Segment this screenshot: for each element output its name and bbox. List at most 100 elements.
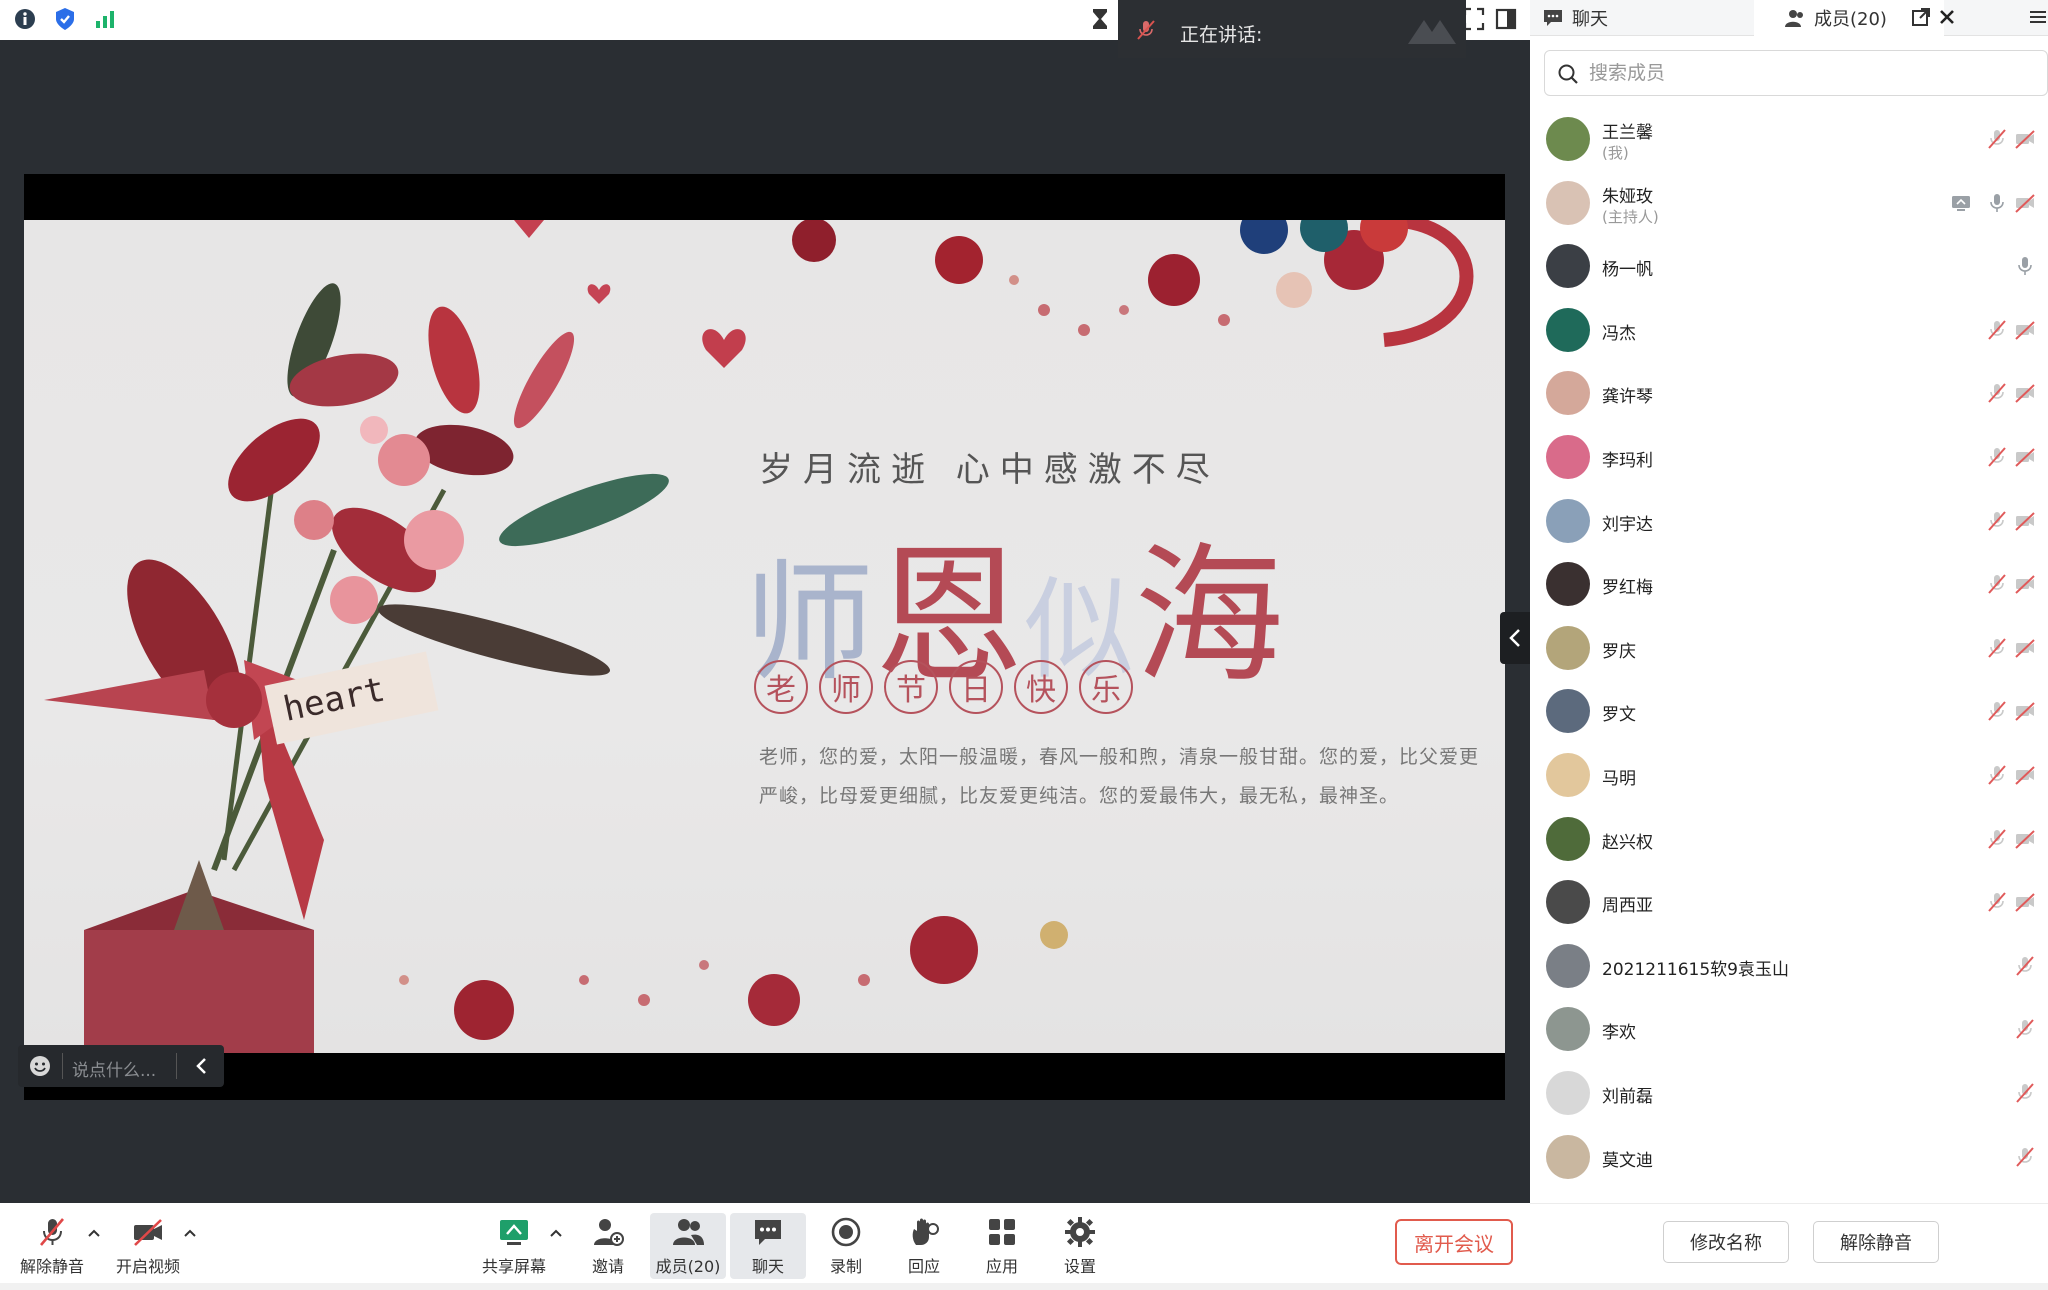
avatar <box>1546 307 1590 352</box>
camera-off-icon[interactable] <box>2014 128 2036 150</box>
caret-up-icon[interactable] <box>548 1227 564 1239</box>
avatar <box>1546 880 1590 925</box>
member-row[interactable]: 李玛利 <box>1530 426 2048 489</box>
member-row[interactable]: 王兰馨 (我) <box>1530 108 2048 171</box>
avatar <box>1546 689 1590 734</box>
screen-share-icon[interactable] <box>1950 192 1972 214</box>
caret-up-icon[interactable] <box>86 1227 102 1239</box>
camera-off-icon[interactable] <box>2014 700 2036 722</box>
chevron-left-icon[interactable] <box>194 1056 210 1076</box>
shield-icon[interactable] <box>52 6 78 32</box>
muted-mic-icon[interactable] <box>1986 764 2008 786</box>
avatar <box>1546 435 1590 479</box>
share-screen-button[interactable]: 共享屏幕 <box>476 1213 552 1279</box>
rename-button[interactable]: 修改名称 <box>1663 1221 1789 1263</box>
leave-meeting-button[interactable]: 离开会议 <box>1395 1219 1513 1265</box>
hourglass-icon[interactable] <box>1088 6 1112 32</box>
avatar <box>1546 625 1590 670</box>
member-row[interactable]: 李欢 <box>1530 998 2048 1061</box>
muted-mic-icon[interactable] <box>1986 128 2008 150</box>
muted-mic-icon[interactable] <box>2014 1082 2036 1104</box>
camera-off-icon[interactable] <box>2014 764 2036 786</box>
member-row[interactable]: 罗文 <box>1530 680 2048 743</box>
settings-button[interactable]: 设置 <box>1042 1213 1118 1279</box>
member-row[interactable]: 2021211615软9袁玉山 <box>1530 935 2048 998</box>
camera-off-icon[interactable] <box>2014 637 2036 659</box>
circle-char: 日 <box>949 660 1003 714</box>
close-icon[interactable] <box>1936 6 1958 28</box>
member-row[interactable]: 罗庆 <box>1530 617 2048 680</box>
video-off-icon <box>134 1219 162 1246</box>
record-icon <box>831 1217 861 1247</box>
muted-mic-icon[interactable] <box>1986 573 2008 595</box>
info-icon[interactable] <box>12 6 38 32</box>
muted-mic-icon[interactable] <box>1986 446 2008 468</box>
react-button[interactable]: 回应 <box>886 1213 962 1279</box>
mic-icon[interactable] <box>2014 255 2036 277</box>
menu-icon[interactable] <box>2026 6 2048 28</box>
muted-mic-icon <box>40 1218 64 1246</box>
members-button[interactable]: 成员(20) <box>650 1213 726 1279</box>
camera-off-icon[interactable] <box>2014 446 2036 468</box>
avatar <box>1546 816 1590 861</box>
member-row[interactable]: 刘前磊 <box>1530 1062 2048 1125</box>
start-video-button[interactable]: 开启视频 <box>110 1213 186 1279</box>
member-row[interactable]: 马明 <box>1530 744 2048 807</box>
record-button[interactable]: 录制 <box>808 1213 884 1279</box>
camera-off-icon[interactable] <box>2014 192 2036 214</box>
muted-mic-icon[interactable] <box>1986 637 2008 659</box>
member-name: 马明 <box>1602 769 1636 789</box>
signal-icon[interactable] <box>92 6 118 32</box>
unmute-button[interactable]: 解除静音 <box>14 1213 90 1279</box>
muted-mic-icon[interactable] <box>1986 891 2008 913</box>
pop-out-icon[interactable] <box>1910 6 1932 28</box>
member-name: 李欢 <box>1602 1023 1636 1044</box>
member-row[interactable]: 赵兴权 <box>1530 808 2048 871</box>
member-row[interactable]: 冯杰 <box>1530 299 2048 362</box>
apps-button[interactable]: 应用 <box>964 1213 1040 1279</box>
member-name: 杨一帆 <box>1602 260 1653 281</box>
camera-off-icon[interactable] <box>2014 382 2036 404</box>
invite-button[interactable]: 邀请 <box>570 1213 646 1279</box>
muted-mic-icon[interactable] <box>1986 700 2008 722</box>
member-role: (主持人) <box>1602 207 1659 226</box>
camera-off-icon[interactable] <box>2014 891 2036 913</box>
chat-placeholder[interactable]: 说点什么... <box>72 1056 156 1081</box>
muted-mic-icon[interactable] <box>1986 828 2008 850</box>
member-row[interactable]: 罗红梅 <box>1530 553 2048 616</box>
camera-off-icon[interactable] <box>2014 319 2036 341</box>
members-icon <box>1785 10 1803 27</box>
member-name: 周西亚 <box>1602 896 1653 917</box>
member-name: 赵兴权 <box>1602 832 1653 853</box>
side-layout-icon[interactable] <box>1494 6 1518 32</box>
muted-mic-icon[interactable] <box>2014 1146 2036 1168</box>
member-row[interactable]: 朱娅玫 (主持人) <box>1530 172 2048 235</box>
muted-mic-icon[interactable] <box>1986 319 2008 341</box>
camera-off-icon[interactable] <box>2014 510 2036 532</box>
mic-icon[interactable] <box>1986 192 2008 214</box>
member-search[interactable] <box>1544 50 2048 96</box>
member-row[interactable]: 刘宇达 <box>1530 490 2048 553</box>
member-row[interactable]: 周西亚 <box>1530 871 2048 934</box>
emoji-icon[interactable] <box>28 1054 52 1078</box>
panel-unmute-button[interactable]: 解除静音 <box>1813 1221 1939 1263</box>
muted-mic-icon[interactable] <box>2014 955 2036 977</box>
member-row[interactable]: 龚许琴 <box>1530 362 2048 425</box>
muted-mic-icon[interactable] <box>2014 1018 2036 1040</box>
chat-button[interactable]: 聊天 <box>730 1213 806 1279</box>
circle-char: 节 <box>884 660 938 714</box>
muted-mic-icon[interactable] <box>1986 382 2008 404</box>
tab-chat[interactable]: 聊天 <box>1538 0 1754 36</box>
member-row[interactable]: 莫文迪 <box>1530 1126 2048 1189</box>
caret-up-icon[interactable] <box>182 1227 198 1239</box>
speaking-label: 正在讲话: <box>1180 24 1263 46</box>
camera-off-icon[interactable] <box>2014 573 2036 595</box>
chat-quick-input[interactable]: 说点什么... <box>18 1045 224 1087</box>
muted-mic-icon[interactable] <box>1986 510 2008 532</box>
member-row[interactable]: 杨一帆 <box>1530 235 2048 298</box>
meeting-toolbar: 解除静音 开启视频 共享屏幕 邀请 成员(20) 聊天 录制 回应 应用 设置 … <box>0 1203 1530 1283</box>
camera-off-icon[interactable] <box>2014 828 2036 850</box>
collapse-panel-button[interactable] <box>1500 612 1530 664</box>
circle-char: 师 <box>819 660 873 714</box>
search-input[interactable] <box>1589 59 2029 87</box>
